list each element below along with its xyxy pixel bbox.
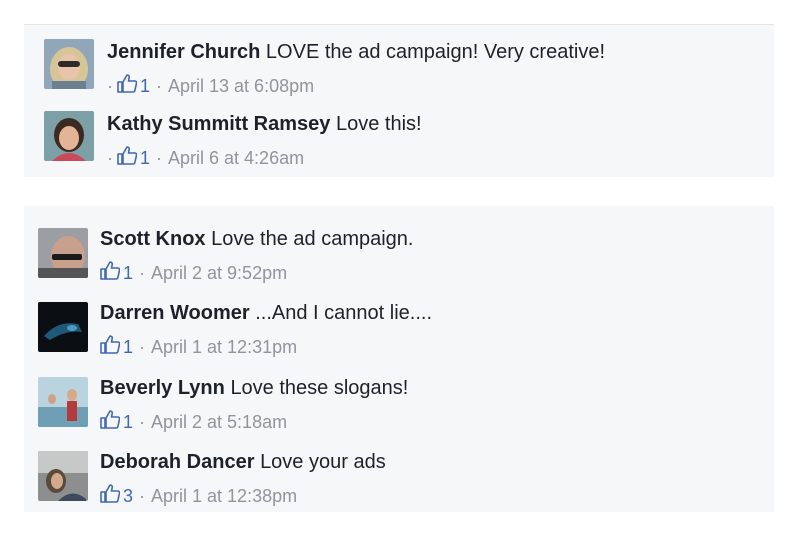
comment-text-line: Jennifer Church LOVE the ad campaign! Ve…	[107, 41, 605, 64]
comment-text-line: Deborah Dancer Love your ads	[100, 451, 386, 474]
thumbs-up-icon[interactable]	[100, 261, 121, 285]
comment-body: LOVE the ad campaign! Very creative!	[265, 41, 605, 63]
commenter-name[interactable]: Scott Knox	[100, 228, 206, 250]
timestamp[interactable]: April 1 at 12:38pm	[151, 486, 297, 507]
comment-meta: 1 · April 2 at 5:18am	[100, 410, 287, 434]
comment-item: Jennifer Church LOVE the ad campaign! Ve…	[44, 39, 764, 99]
thumbs-up-icon[interactable]	[100, 335, 121, 359]
comment-item: Beverly Lynn Love these slogans! 1 · Apr…	[38, 377, 758, 437]
separator-dot: ·	[107, 75, 113, 96]
comment-text-line: Kathy Summitt Ramsey Love this!	[107, 113, 422, 136]
commenter-name[interactable]: Jennifer Church	[107, 41, 260, 63]
comment-item: Scott Knox Love the ad campaign. 1 · Apr…	[38, 228, 758, 288]
commenter-name[interactable]: Darren Woomer	[100, 302, 250, 324]
avatar[interactable]	[44, 39, 94, 89]
comment-body: Love the ad campaign.	[211, 228, 414, 250]
like-count[interactable]: 1	[123, 337, 133, 358]
comment-meta: 3 · April 1 at 12:38pm	[100, 484, 297, 508]
commenter-name[interactable]: Kathy Summitt Ramsey	[107, 113, 330, 135]
avatar[interactable]	[38, 377, 88, 427]
comment-text-line: Darren Woomer ...And I cannot lie....	[100, 302, 432, 325]
avatar[interactable]	[44, 111, 94, 161]
comment-meta: 1 · April 2 at 9:52pm	[100, 261, 287, 285]
avatar[interactable]	[38, 451, 88, 501]
thumbs-up-icon[interactable]	[100, 410, 121, 434]
separator-dot: ·	[139, 262, 146, 283]
separator-dot: ·	[107, 147, 113, 168]
like-count[interactable]: 1	[140, 76, 150, 97]
thumbs-up-icon[interactable]	[117, 146, 138, 170]
avatar[interactable]	[38, 228, 88, 278]
comment-body: Love these slogans!	[230, 377, 409, 399]
comments-panel-bottom: Scott Knox Love the ad campaign. 1 · Apr…	[24, 206, 774, 512]
timestamp[interactable]: April 6 at 4:26am	[168, 148, 304, 169]
comment-meta: · 1 · April 13 at 6:08pm	[107, 74, 314, 98]
comment-item: Kathy Summitt Ramsey Love this! · 1 · Ap…	[44, 111, 764, 171]
timestamp[interactable]: April 13 at 6:08pm	[168, 76, 314, 97]
separator-dot: ·	[156, 147, 163, 168]
separator-dot: ·	[139, 485, 146, 506]
commenter-name[interactable]: Deborah Dancer	[100, 451, 255, 473]
comment-body: ...And I cannot lie....	[255, 302, 433, 324]
thumbs-up-icon[interactable]	[100, 484, 121, 508]
like-count[interactable]: 1	[140, 148, 150, 169]
comment-body: Love your ads	[260, 451, 386, 473]
like-count[interactable]: 3	[123, 486, 133, 507]
comment-text-line: Scott Knox Love the ad campaign.	[100, 228, 414, 251]
avatar[interactable]	[38, 302, 88, 352]
like-count[interactable]: 1	[123, 263, 133, 284]
comment-item: Deborah Dancer Love your ads 3 · April 1…	[38, 451, 758, 511]
thumbs-up-icon[interactable]	[117, 74, 138, 98]
timestamp[interactable]: April 2 at 9:52pm	[151, 263, 287, 284]
timestamp[interactable]: April 2 at 5:18am	[151, 412, 287, 433]
separator-dot: ·	[139, 336, 146, 357]
comment-text-line: Beverly Lynn Love these slogans!	[100, 377, 408, 400]
comments-panel-top: Jennifer Church LOVE the ad campaign! Ve…	[24, 24, 774, 177]
like-count[interactable]: 1	[123, 412, 133, 433]
commenter-name[interactable]: Beverly Lynn	[100, 377, 225, 399]
comment-meta: · 1 · April 6 at 4:26am	[107, 146, 304, 170]
comment-meta: 1 · April 1 at 12:31pm	[100, 335, 297, 359]
separator-dot: ·	[156, 75, 163, 96]
comment-body: Love this!	[335, 113, 422, 135]
comment-item: Darren Woomer ...And I cannot lie.... 1 …	[38, 302, 758, 362]
separator-dot: ·	[139, 411, 146, 432]
timestamp[interactable]: April 1 at 12:31pm	[151, 337, 297, 358]
